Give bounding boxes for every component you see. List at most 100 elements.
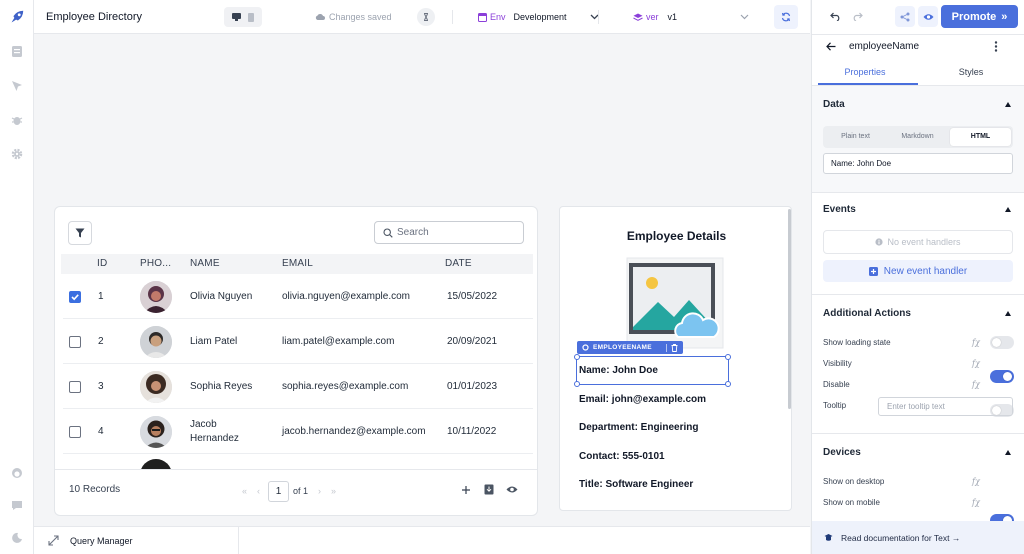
additional-actions-title[interactable]: Additional Actions (823, 308, 911, 319)
resize-handle[interactable] (574, 381, 580, 387)
redo-icon[interactable] (852, 12, 863, 21)
column-visibility-eye-icon[interactable] (506, 485, 518, 494)
collapse-caret-icon[interactable] (1005, 102, 1011, 107)
table-row[interactable]: 3 Sophia Reyes sophia.reyes@example.com … (63, 364, 533, 409)
employee-details-card: Employee Details EMPLOYEENAME Name: John… (559, 206, 792, 511)
search-input[interactable]: Search (374, 221, 524, 244)
fx-icon[interactable]: fχ (972, 498, 980, 507)
settings-gear-icon[interactable] (582, 344, 589, 351)
fx-icon[interactable]: fχ (972, 359, 980, 368)
share-button[interactable] (895, 6, 915, 27)
row-checkbox[interactable] (69, 290, 81, 303)
component-name[interactable]: employeeName (849, 41, 919, 52)
new-event-handler-button[interactable]: New event handler (823, 260, 1013, 282)
app-title[interactable]: Employee Directory (46, 0, 142, 34)
expand-icon[interactable] (48, 535, 59, 546)
bottom-bar: Query Manager (34, 526, 810, 554)
first-page-icon[interactable]: « (242, 486, 247, 496)
promote-button[interactable]: Promote » (941, 5, 1018, 28)
documentation-icon (824, 533, 833, 543)
prev-page-icon[interactable]: ‹ (257, 486, 260, 496)
format-html[interactable]: HTML (950, 128, 1011, 146)
add-row-icon[interactable] (461, 485, 471, 495)
dark-mode-moon-icon[interactable] (9, 530, 25, 546)
back-arrow-icon[interactable] (826, 42, 836, 51)
text-value-input[interactable]: Name: John Doe (823, 153, 1013, 174)
resize-handle[interactable] (725, 354, 731, 360)
table-header: ID PHO... NAME EMAIL DATE (61, 254, 533, 274)
history-icon[interactable] (417, 8, 435, 26)
column-header-email[interactable]: EMAIL (282, 254, 313, 274)
cell-date: 20/09/2021 (447, 336, 498, 347)
collapse-caret-icon[interactable] (1005, 450, 1011, 455)
data-section-title[interactable]: Data (823, 99, 845, 110)
desktop-view-icon[interactable] (232, 13, 241, 21)
show-loading-toggle[interactable] (990, 336, 1014, 349)
fx-icon[interactable]: fχ (972, 477, 980, 486)
more-options-kebab-icon[interactable] (994, 41, 998, 52)
employee-title-text[interactable]: Title: Software Engineer (579, 479, 693, 490)
inspector-icon[interactable] (9, 78, 25, 94)
row-checkbox[interactable] (69, 335, 81, 348)
format-markdown[interactable]: Markdown (887, 128, 948, 146)
undo-icon[interactable] (830, 12, 841, 21)
column-header-date[interactable]: DATE (445, 254, 472, 274)
mobile-view-icon[interactable] (248, 12, 254, 22)
column-header-id[interactable]: ID (97, 254, 107, 274)
visibility-toggle[interactable] (990, 370, 1014, 383)
disable-label: Disable (823, 380, 850, 389)
show-on-desktop-label: Show on desktop (823, 477, 885, 486)
tooltip-input[interactable]: Enter tooltip text (878, 397, 1013, 416)
read-documentation-link[interactable]: Read documentation for Text → (841, 533, 960, 543)
environment-selector[interactable]: Env Development (478, 0, 599, 34)
last-page-icon[interactable]: » (331, 486, 336, 496)
layout-toggle[interactable] (224, 0, 262, 34)
resize-handle[interactable] (574, 354, 580, 360)
table-row[interactable]: 4 Jacob Hernandez jacob.hernandez@exampl… (63, 409, 533, 454)
column-header-photo[interactable]: PHO... (140, 254, 171, 274)
page-input[interactable]: 1 (268, 480, 290, 502)
devices-section-title[interactable]: Devices (823, 447, 861, 458)
debugger-bug-icon[interactable] (9, 112, 25, 128)
employee-contact-text[interactable]: Contact: 555-0101 (579, 451, 665, 462)
tab-styles[interactable]: Styles (918, 60, 1024, 85)
image-placeholder-icon[interactable] (626, 257, 724, 349)
employee-email-text[interactable]: Email: john@example.com (579, 394, 706, 405)
employee-department-text[interactable]: Department: Engineering (579, 422, 698, 433)
table-row[interactable]: 2 Liam Patel liam.patel@example.com 20/0… (63, 319, 533, 364)
pages-icon[interactable] (9, 43, 25, 59)
version-selector[interactable]: ver v1 (633, 0, 749, 34)
collapse-caret-icon[interactable] (1005, 207, 1011, 212)
scrollbar[interactable] (788, 209, 791, 409)
preview-button[interactable] (918, 6, 938, 27)
fx-icon[interactable]: fχ (972, 380, 980, 389)
tab-properties[interactable]: Properties (812, 60, 918, 85)
refresh-button[interactable] (774, 0, 798, 34)
table-row[interactable]: 1 Olivia Nguyen olivia.nguyen@example.co… (63, 274, 533, 319)
show-on-mobile-label: Show on mobile (823, 498, 880, 507)
text-format-toggle[interactable]: Plain text Markdown HTML (823, 126, 1013, 148)
rocket-logo-icon[interactable] (9, 9, 25, 25)
details-title[interactable]: Employee Details (560, 229, 793, 243)
collapse-caret-icon[interactable] (1005, 311, 1011, 316)
query-manager-label[interactable]: Query Manager (70, 536, 133, 546)
row-checkbox[interactable] (69, 425, 81, 438)
component-label-tag[interactable]: EMPLOYEENAME (577, 341, 683, 354)
settings-gear-icon[interactable] (9, 146, 25, 162)
support-headset-icon[interactable] (9, 465, 25, 481)
employee-name-text[interactable]: Name: John Doe (579, 365, 658, 376)
format-plain-text[interactable]: Plain text (825, 128, 886, 146)
column-header-name[interactable]: NAME (190, 254, 220, 274)
table-row[interactable] (63, 455, 533, 469)
filter-button[interactable] (68, 221, 92, 245)
fx-icon[interactable]: fχ (972, 338, 980, 347)
resize-handle[interactable] (725, 381, 731, 387)
next-page-icon[interactable]: › (318, 486, 321, 496)
refresh-icon[interactable] (774, 5, 798, 29)
chat-icon[interactable] (9, 497, 25, 513)
download-icon[interactable] (484, 484, 494, 495)
version-history-button[interactable] (417, 0, 435, 34)
delete-trash-icon[interactable] (671, 343, 678, 352)
row-checkbox[interactable] (69, 380, 81, 393)
events-section-title[interactable]: Events (823, 204, 856, 215)
